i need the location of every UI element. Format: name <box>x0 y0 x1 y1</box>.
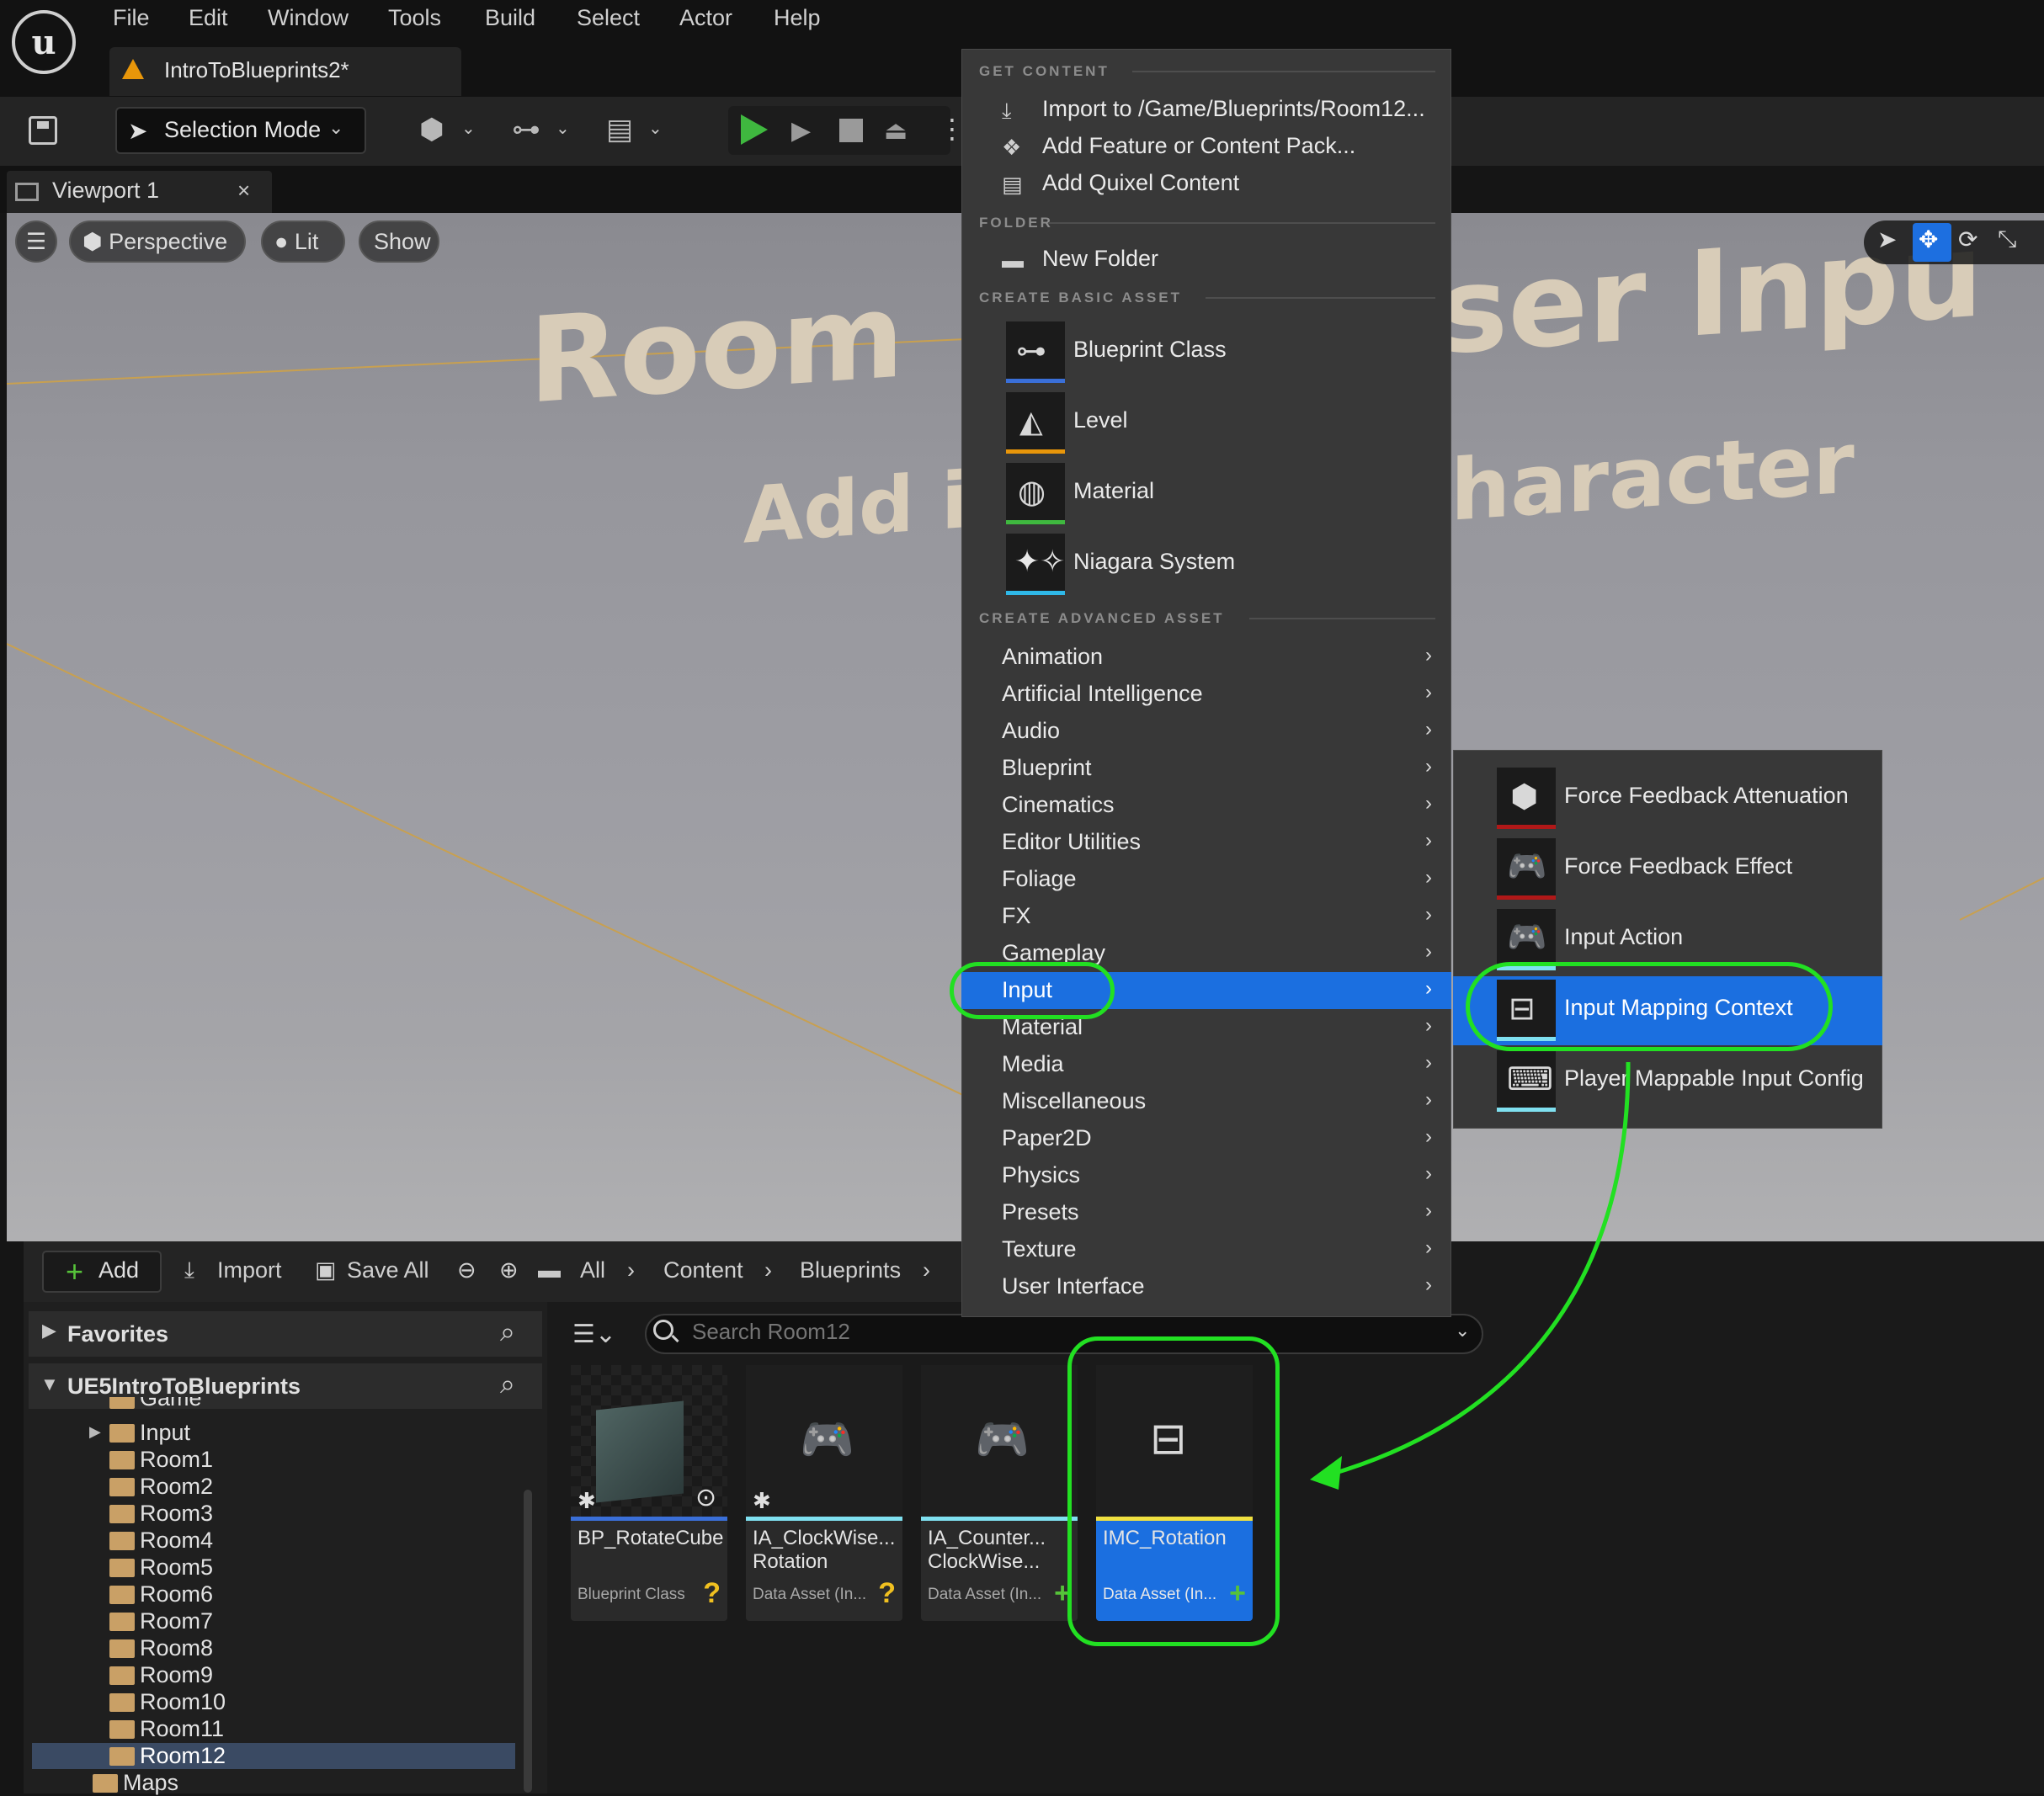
annotation-arrow <box>1310 1061 1631 1490</box>
